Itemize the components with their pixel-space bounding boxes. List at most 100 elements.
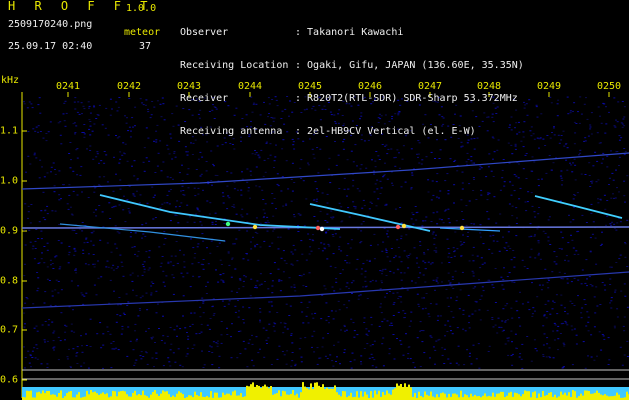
noise-speck <box>231 206 234 207</box>
noise-speck <box>237 300 239 301</box>
noise-speck <box>556 313 559 315</box>
noise-speck <box>30 366 32 368</box>
noise-speck <box>621 123 624 125</box>
noise-speck <box>39 131 42 132</box>
noise-speck <box>70 367 72 368</box>
noise-speck <box>64 100 67 102</box>
level-bar <box>482 395 484 400</box>
noise-speck <box>622 325 625 327</box>
noise-speck <box>175 206 177 208</box>
noise-speck <box>557 325 560 327</box>
noise-speck <box>285 160 288 162</box>
level-bar <box>290 393 292 400</box>
noise-speck <box>186 204 189 206</box>
noise-speck <box>170 255 173 257</box>
noise-speck <box>211 184 213 186</box>
level-bar <box>116 396 118 400</box>
noise-speck <box>542 344 545 346</box>
noise-speck <box>511 215 514 217</box>
noise-speck <box>587 330 590 332</box>
level-bar <box>604 394 606 400</box>
noise-speck <box>310 250 313 252</box>
noise-speck <box>116 137 119 139</box>
noise-speck <box>272 230 275 232</box>
noise-speck <box>277 185 280 187</box>
signal-hotspot <box>319 226 325 232</box>
noise-speck <box>363 205 366 207</box>
level-bar <box>484 393 486 400</box>
noise-speck <box>346 262 348 264</box>
noise-speck <box>113 156 115 158</box>
noise-speck <box>137 275 139 277</box>
noise-speck <box>534 257 537 259</box>
noise-speck <box>262 209 265 211</box>
noise-speck <box>448 222 451 224</box>
noise-speck <box>234 311 237 313</box>
noise-speck <box>259 348 261 350</box>
noise-speck <box>166 176 169 178</box>
level-bar <box>190 395 192 400</box>
noise-speck <box>447 218 450 220</box>
noise-speck <box>500 326 503 328</box>
noise-speck <box>286 350 289 352</box>
noise-speck <box>64 331 67 333</box>
noise-speck <box>606 215 609 217</box>
noise-speck <box>176 231 179 233</box>
noise-speck <box>202 301 205 303</box>
noise-speck <box>589 284 592 285</box>
noise-speck <box>434 349 437 351</box>
noise-speck <box>29 241 32 243</box>
noise-speck <box>569 300 572 302</box>
noise-speck <box>563 145 566 147</box>
noise-speck <box>163 342 166 344</box>
noise-speck <box>42 217 45 219</box>
noise-speck <box>321 346 324 348</box>
noise-speck <box>494 268 497 269</box>
noise-speck <box>54 169 56 170</box>
noise-speck <box>510 330 513 332</box>
noise-speck <box>219 259 222 261</box>
noise-speck <box>366 334 369 336</box>
noise-speck <box>369 259 371 261</box>
noise-speck <box>430 151 433 153</box>
noise-speck <box>115 247 118 249</box>
noise-speck <box>290 178 293 180</box>
noise-speck <box>505 250 508 251</box>
noise-speck <box>197 193 200 195</box>
noise-speck <box>447 272 450 274</box>
noise-speck <box>400 186 403 188</box>
noise-speck <box>240 194 243 196</box>
noise-speck <box>106 242 109 244</box>
noise-speck <box>352 322 355 324</box>
noise-speck <box>473 179 475 180</box>
noise-speck <box>127 326 130 328</box>
noise-speck <box>176 200 179 202</box>
level-bar <box>384 394 386 400</box>
noise-speck <box>136 338 138 340</box>
noise-speck <box>564 320 567 322</box>
noise-speck <box>591 182 593 184</box>
noise-speck <box>157 152 160 154</box>
noise-speck <box>82 253 85 254</box>
noise-speck <box>291 253 294 255</box>
noise-speck <box>209 252 212 254</box>
noise-speck <box>379 270 382 272</box>
noise-speck <box>379 180 382 182</box>
noise-speck <box>493 151 496 153</box>
noise-speck <box>299 214 302 216</box>
noise-speck <box>567 242 570 244</box>
noise-speck <box>548 356 551 358</box>
noise-speck <box>146 363 149 365</box>
noise-speck <box>299 213 302 215</box>
noise-speck <box>573 305 576 306</box>
noise-speck <box>563 272 566 274</box>
noise-speck <box>436 223 439 225</box>
noise-speck <box>327 168 330 170</box>
noise-speck <box>198 210 201 212</box>
noise-speck <box>81 113 83 115</box>
noise-speck <box>480 167 483 169</box>
noise-speck <box>270 364 273 365</box>
noise-speck <box>57 122 60 124</box>
noise-speck <box>610 150 612 152</box>
noise-speck <box>24 263 26 265</box>
